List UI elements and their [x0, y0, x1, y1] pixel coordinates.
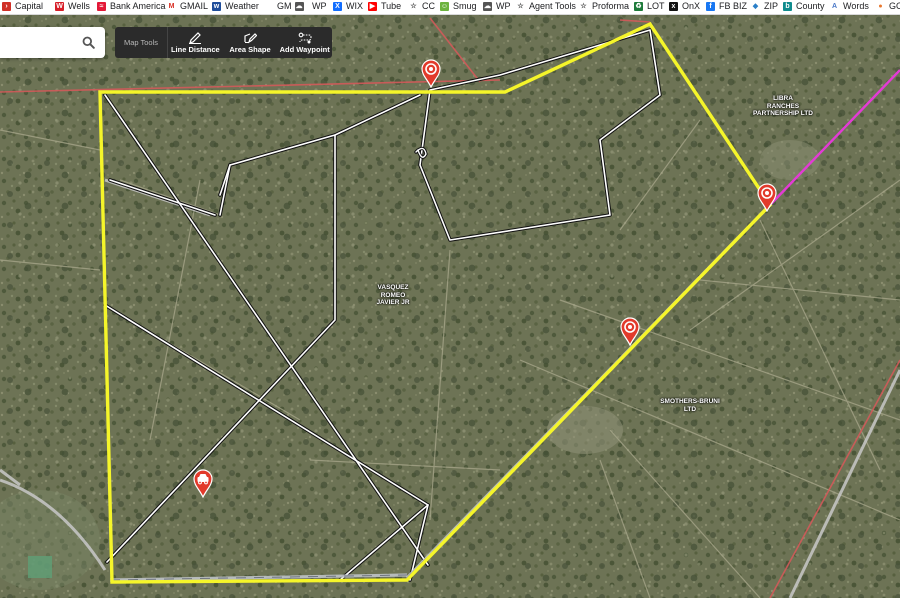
bookmark-gm[interactable]: GM ☁: [277, 1, 304, 11]
vehicle-waypoint-marker[interactable]: [192, 468, 214, 498]
bookmark-wp[interactable]: WP: [312, 1, 327, 11]
search-input[interactable]: [6, 33, 80, 53]
bookmark-agent-tools[interactable]: ☆ Agent Tools: [516, 1, 576, 11]
star-icon: ☆: [410, 2, 417, 10]
area-shape-icon: [244, 32, 257, 43]
search-icon[interactable]: [82, 36, 95, 49]
line-distance-button[interactable]: Line Distance: [168, 27, 223, 58]
area-shape-button[interactable]: Area Shape: [223, 27, 278, 58]
bookmark-wp-2[interactable]: ☁ WP: [483, 1, 511, 11]
wells-fargo-icon: W: [55, 1, 64, 11]
pencil-icon: [189, 31, 202, 44]
bookmark-smug[interactable]: ☺ Smug: [440, 1, 477, 11]
recycle-icon: ♻: [634, 1, 643, 11]
satellite-map[interactable]: LIBRA RANCHES PARTNERSHIP LTD VASQUEZ RO…: [0, 14, 900, 598]
gmail-icon: M: [167, 1, 176, 11]
add-waypoint-button[interactable]: Add Waypoint: [277, 27, 332, 58]
target-waypoint-marker[interactable]: [420, 58, 442, 88]
waypoint-icon: [298, 32, 312, 43]
go-icon: ●: [878, 2, 883, 10]
bookmark-wix[interactable]: X WIX: [333, 1, 363, 11]
target-waypoint-marker[interactable]: [756, 182, 778, 212]
bookmark-words[interactable]: A Words: [830, 1, 869, 11]
bookmark-lot[interactable]: ♻ LOT: [634, 1, 665, 11]
bookmarks-bar: › Capital W Wells ≈ Bank America M GMAIL w We…: [0, 0, 900, 15]
bookmark-proforma[interactable]: ☆ Proforma: [579, 1, 629, 11]
bookmark-cc[interactable]: ☆ CC: [409, 1, 435, 11]
star-icon: ☆: [580, 2, 587, 10]
bookmark-bank-america[interactable]: ≈ Bank America: [97, 1, 166, 11]
facebook-icon: f: [706, 1, 715, 11]
bing-icon: b: [783, 1, 792, 11]
bookmark-go[interactable]: ●GO: [876, 1, 900, 11]
wix-icon: X: [333, 1, 342, 11]
parcel-label-smothers-bruni: SMOTHERS-BRUNI LTD: [660, 398, 720, 413]
words-icon: A: [831, 2, 838, 10]
map-search-box: [0, 27, 105, 58]
bookmark-wells[interactable]: W Wells: [55, 1, 90, 11]
youtube-icon: ▶: [368, 1, 377, 11]
parcel-label-vasquez: VASQUEZ ROMEO JAVIER JR: [376, 284, 410, 306]
smugmug-icon: ☺: [440, 1, 449, 11]
onx-icon: x: [669, 1, 678, 11]
target-waypoint-marker[interactable]: [619, 316, 641, 346]
cloud-icon: ☁: [483, 1, 492, 11]
bookmark-capital[interactable]: › Capital: [2, 1, 43, 11]
bookmark-weather[interactable]: w Weather: [212, 1, 259, 11]
capital-one-icon: ›: [2, 1, 11, 11]
map-tools-toolbar: Map Tools Line Distance Area Shape Add W…: [115, 27, 332, 58]
bookmark-gmail[interactable]: M GMAIL: [167, 1, 208, 11]
map-tools-title: Map Tools: [115, 27, 168, 58]
bookmark-tube[interactable]: ▶ Tube: [368, 1, 401, 11]
cloud-icon: ☁: [294, 1, 304, 11]
parcel-label-libra-ranches: LIBRA RANCHES PARTNERSHIP LTD: [753, 95, 813, 117]
bookmark-zip[interactable]: ◆ ZIP: [751, 1, 778, 11]
bookmark-county[interactable]: b County: [783, 1, 825, 11]
zip-icon: ◆: [752, 2, 759, 10]
weather-icon: w: [212, 1, 221, 11]
bank-of-america-icon: ≈: [97, 1, 106, 11]
bookmark-onx[interactable]: x OnX: [669, 1, 700, 11]
star-icon: ☆: [517, 2, 524, 10]
bookmark-fb-biz[interactable]: f FB BIZ: [706, 1, 747, 11]
